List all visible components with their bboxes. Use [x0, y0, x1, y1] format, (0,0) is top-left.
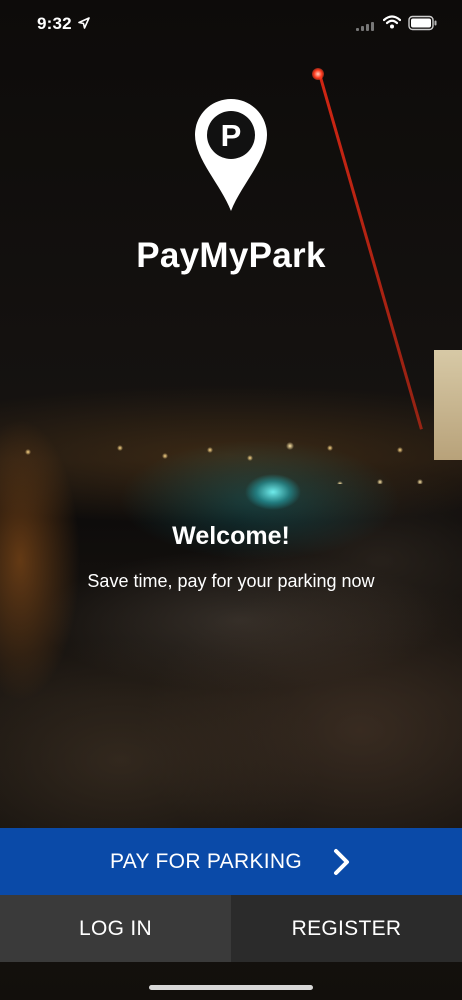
pay-for-parking-label: PAY FOR PARKING [110, 849, 302, 873]
status-bar: 9:32 [0, 0, 462, 50]
cellular-signal-icon [356, 19, 376, 37]
log-in-button[interactable]: LOG IN [0, 895, 231, 962]
background-building [434, 350, 462, 460]
auth-buttons-row: LOG IN REGISTER [0, 895, 462, 962]
wifi-icon [382, 15, 402, 34]
log-in-label: LOG IN [79, 916, 152, 940]
pay-for-parking-button[interactable]: PAY FOR PARKING [0, 828, 462, 895]
home-indicator[interactable] [149, 985, 313, 990]
background-city-lights [0, 438, 462, 484]
welcome-heading: Welcome! [172, 522, 290, 550]
battery-icon [408, 15, 438, 36]
register-button[interactable]: REGISTER [231, 895, 462, 962]
welcome-tagline: Save time, pay for your parking now [87, 571, 375, 591]
logo-letter: P [221, 118, 242, 153]
background-red-light [312, 68, 324, 80]
app-name: PayMyPark [136, 236, 326, 275]
chevron-right-icon [332, 848, 352, 876]
register-label: REGISTER [291, 916, 402, 940]
app-logo-pin-icon: P [193, 97, 269, 218]
location-arrow-icon [78, 16, 90, 34]
status-time: 9:32 [37, 14, 72, 33]
